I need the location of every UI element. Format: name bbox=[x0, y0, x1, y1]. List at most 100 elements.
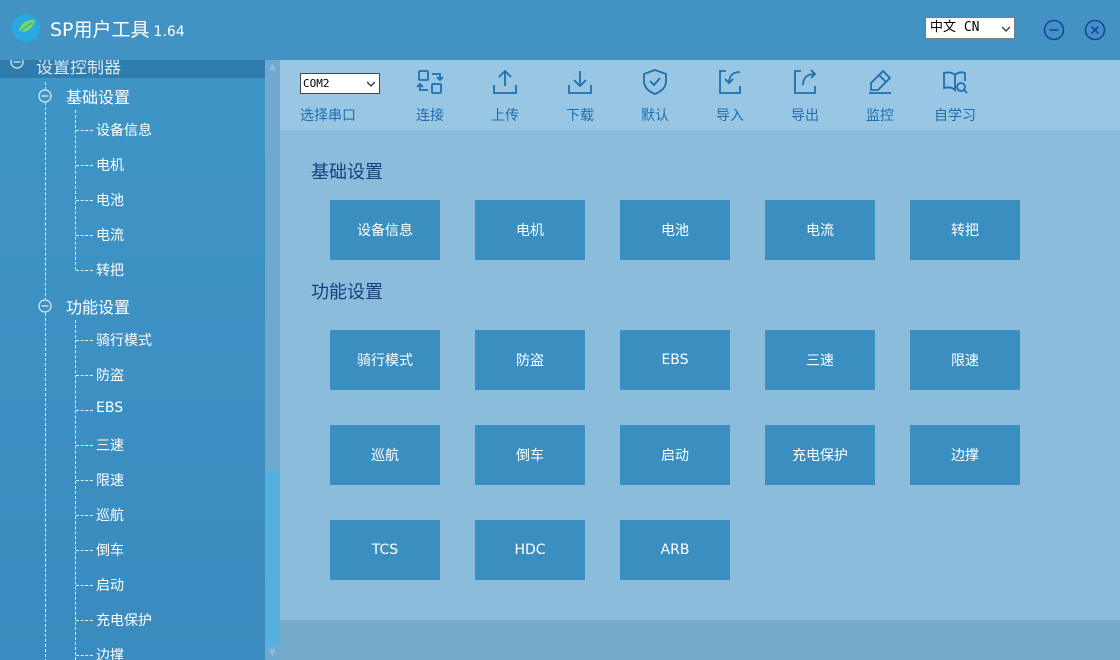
tree-item-label: EBS bbox=[96, 400, 124, 416]
scroll-up-icon[interactable]: ▲ bbox=[265, 60, 280, 74]
tree-item-kickstand[interactable]: 边撑 bbox=[0, 641, 265, 660]
sidebar-tree: 设置控制器 基础设置 设备信息 电机 电池 电流 转把 功能设置 骑行模式 防盗… bbox=[0, 60, 280, 660]
main-panel: 基础设置 设备信息 电机 电池 电流 转把 功能设置 骑行模式 防盗 EBS 三… bbox=[280, 130, 1120, 620]
tree-group-label: 基础设置 bbox=[66, 88, 131, 107]
upload-icon bbox=[493, 69, 517, 94]
tool-label: 自学习 bbox=[934, 108, 976, 124]
section-title-basic: 基础设置 bbox=[311, 162, 383, 183]
tile-battery[interactable]: 电池 bbox=[620, 200, 730, 260]
tree-item-label: 电流 bbox=[96, 228, 124, 244]
scroll-down-icon[interactable]: ▼ bbox=[265, 646, 280, 660]
tile-tcs[interactable]: TCS bbox=[330, 520, 440, 580]
app-title: SP用户工具 1.64 bbox=[50, 18, 185, 44]
close-icon[interactable] bbox=[1084, 19, 1106, 41]
tree-item-device-info[interactable]: 设备信息 bbox=[0, 116, 265, 144]
shield-check-icon bbox=[643, 69, 667, 95]
tool-label: 导出 bbox=[791, 108, 819, 124]
tree-item-ebs[interactable]: EBS bbox=[0, 396, 265, 424]
language-select[interactable]: 中文 CN bbox=[925, 17, 1015, 39]
export-button[interactable]: 导出 bbox=[774, 68, 834, 128]
tree-root-label: 设置控制器 bbox=[36, 60, 121, 78]
tree-group-function[interactable]: 功能设置 bbox=[0, 291, 265, 319]
export-icon bbox=[794, 69, 817, 94]
title-bar: SP用户工具 1.64 中文 CN bbox=[0, 0, 1120, 60]
tree-item-start[interactable]: 启动 bbox=[0, 571, 265, 599]
tree-item-throttle[interactable]: 转把 bbox=[0, 256, 265, 284]
tool-label: 导入 bbox=[716, 108, 744, 124]
connect-button[interactable]: 连接 bbox=[399, 68, 459, 128]
tile-current[interactable]: 电流 bbox=[765, 200, 875, 260]
tile-three-speed[interactable]: 三速 bbox=[765, 330, 875, 390]
default-button[interactable]: 默认 bbox=[624, 68, 684, 128]
tool-label: 默认 bbox=[641, 108, 669, 124]
app-version: 1.64 bbox=[153, 24, 185, 40]
tree-item-label: 倒车 bbox=[96, 543, 124, 559]
tree-item-charge-protect[interactable]: 充电保护 bbox=[0, 606, 265, 634]
tile-cruise[interactable]: 巡航 bbox=[330, 425, 440, 485]
tile-anti-theft[interactable]: 防盗 bbox=[475, 330, 585, 390]
tile-device-info[interactable]: 设备信息 bbox=[330, 200, 440, 260]
tree-item-label: 启动 bbox=[96, 578, 124, 594]
monitor-button[interactable]: 监控 bbox=[849, 68, 909, 128]
tile-ebs[interactable]: EBS bbox=[620, 330, 730, 390]
scroll-thumb[interactable] bbox=[265, 470, 280, 645]
sidebar-scrollbar[interactable]: ▲ ▼ bbox=[265, 60, 280, 660]
app-name: SP用户工具 bbox=[50, 19, 150, 41]
tile-start[interactable]: 启动 bbox=[620, 425, 730, 485]
toolbar: COM2 选择串口 连接 上传 下载 默认 导入 导出 监控 自学习 bbox=[280, 60, 1120, 130]
tree-item-label: 充电保护 bbox=[96, 613, 152, 629]
serial-port-label: 选择串口 bbox=[300, 108, 356, 124]
tile-arb[interactable]: ARB bbox=[620, 520, 730, 580]
import-icon bbox=[719, 70, 741, 94]
tool-label: 下载 bbox=[566, 108, 594, 124]
serial-port-select[interactable]: COM2 bbox=[300, 73, 380, 94]
serial-port-value: COM2 bbox=[303, 77, 330, 90]
chevron-down-icon bbox=[367, 81, 375, 87]
tree-item-motor[interactable]: 电机 bbox=[0, 151, 265, 179]
language-value: 中文 CN bbox=[930, 20, 980, 35]
self-learn-icon bbox=[943, 71, 968, 94]
tile-throttle[interactable]: 转把 bbox=[910, 200, 1020, 260]
tree-root[interactable]: 设置控制器 bbox=[0, 60, 265, 78]
tile-hdc[interactable]: HDC bbox=[475, 520, 585, 580]
tree-item-current[interactable]: 电流 bbox=[0, 221, 265, 249]
tool-label: 连接 bbox=[416, 108, 444, 124]
tree-item-label: 设备信息 bbox=[96, 123, 152, 139]
import-button[interactable]: 导入 bbox=[699, 68, 759, 128]
tile-reverse[interactable]: 倒车 bbox=[475, 425, 585, 485]
tile-kickstand[interactable]: 边撑 bbox=[910, 425, 1020, 485]
tree-item-ride-mode[interactable]: 骑行模式 bbox=[0, 326, 265, 354]
collapse-icon bbox=[10, 60, 24, 69]
tree-item-label: 电机 bbox=[96, 158, 124, 174]
tree-item-label: 三速 bbox=[96, 438, 124, 454]
tree-item-anti-theft[interactable]: 防盗 bbox=[0, 361, 265, 389]
status-bar bbox=[280, 620, 1120, 660]
tree-item-label: 骑行模式 bbox=[96, 333, 152, 349]
collapse-icon bbox=[38, 299, 52, 313]
tile-charge-protect[interactable]: 充电保护 bbox=[765, 425, 875, 485]
tree-group-label: 功能设置 bbox=[66, 298, 131, 317]
tree-item-three-speed[interactable]: 三速 bbox=[0, 431, 265, 459]
tile-motor[interactable]: 电机 bbox=[475, 200, 585, 260]
tree-item-label: 防盗 bbox=[96, 368, 124, 384]
tree-item-speed-limit[interactable]: 限速 bbox=[0, 466, 265, 494]
tree-item-reverse[interactable]: 倒车 bbox=[0, 536, 265, 564]
monitor-icon bbox=[869, 69, 892, 94]
tree-item-label: 限速 bbox=[96, 473, 124, 489]
connect-icon bbox=[416, 70, 444, 94]
tree-group-basic[interactable]: 基础设置 bbox=[0, 81, 265, 109]
app-logo-icon bbox=[12, 14, 40, 42]
tree-item-battery[interactable]: 电池 bbox=[0, 186, 265, 214]
collapse-icon bbox=[38, 89, 52, 103]
tool-label: 上传 bbox=[491, 108, 519, 124]
upload-button[interactable]: 上传 bbox=[474, 68, 534, 128]
download-button[interactable]: 下载 bbox=[549, 68, 609, 128]
tree-item-label: 转把 bbox=[96, 263, 124, 279]
minimize-icon[interactable] bbox=[1043, 19, 1065, 41]
tile-speed-limit[interactable]: 限速 bbox=[910, 330, 1020, 390]
tree-item-cruise[interactable]: 巡航 bbox=[0, 501, 265, 529]
tool-label: 监控 bbox=[866, 108, 894, 124]
tree-item-label: 巡航 bbox=[96, 508, 124, 524]
self-learn-button[interactable]: 自学习 bbox=[924, 68, 984, 128]
tile-ride-mode[interactable]: 骑行模式 bbox=[330, 330, 440, 390]
